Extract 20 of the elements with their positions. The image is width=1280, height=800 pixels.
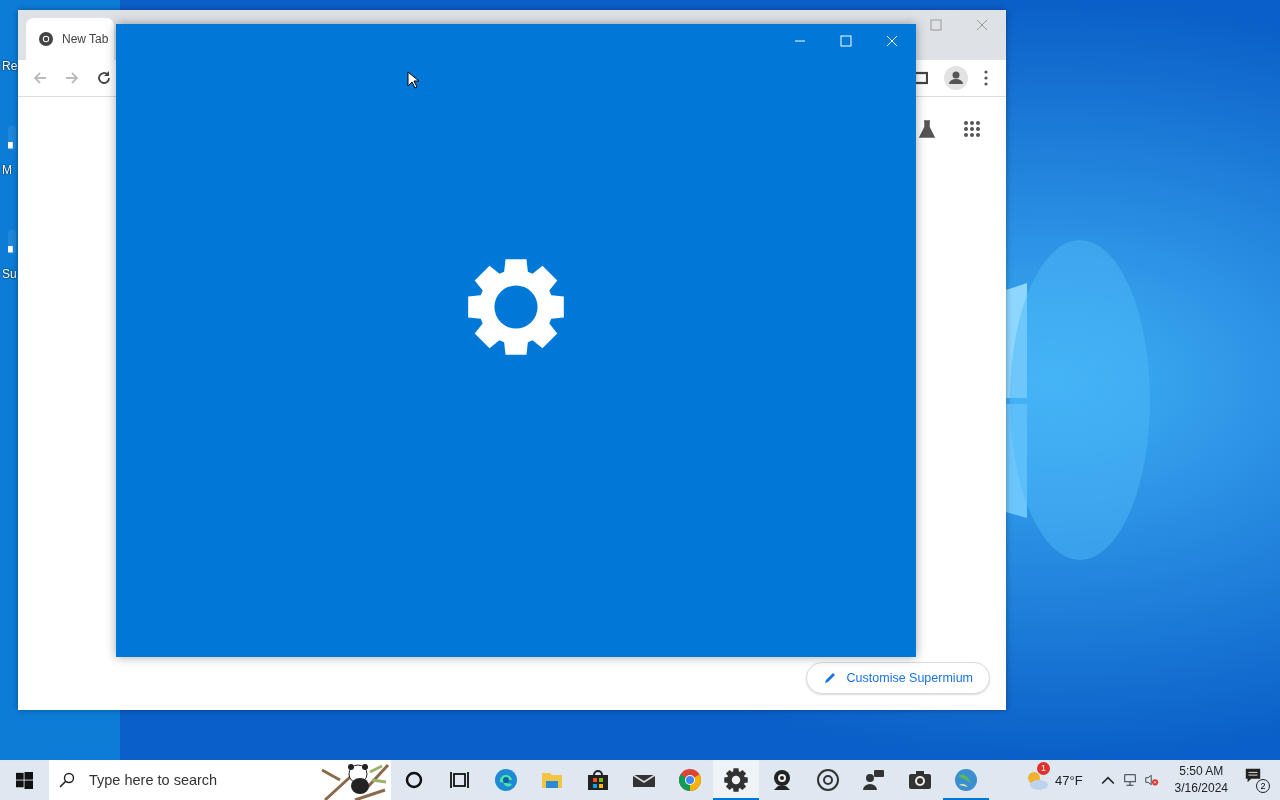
camera-icon (908, 768, 932, 792)
browser-icon (494, 768, 518, 792)
person-chat-icon (862, 768, 886, 792)
clock-date[interactable]: 3/16/2024 (1174, 780, 1228, 797)
clock-time[interactable]: 5:50 AM (1179, 763, 1224, 780)
network-icon[interactable] (1122, 773, 1137, 787)
search-box[interactable]: Type here to search (49, 760, 391, 800)
notification-count: 2 (1256, 779, 1270, 793)
speaker-muted-icon[interactable] (1144, 773, 1159, 787)
browser-icon (678, 768, 702, 792)
notification-badge: 1 (1037, 762, 1050, 775)
taskbar-app[interactable] (713, 760, 759, 800)
search-field[interactable]: Type here to search (87, 771, 311, 789)
globe-icon (954, 768, 978, 792)
gear-icon (724, 768, 748, 792)
disc-icon (816, 768, 840, 792)
windows-start-icon[interactable] (16, 771, 33, 789)
temperature[interactable]: 47°F (1055, 772, 1083, 788)
search-icon (59, 772, 75, 788)
shopping-bag-icon (586, 768, 610, 792)
